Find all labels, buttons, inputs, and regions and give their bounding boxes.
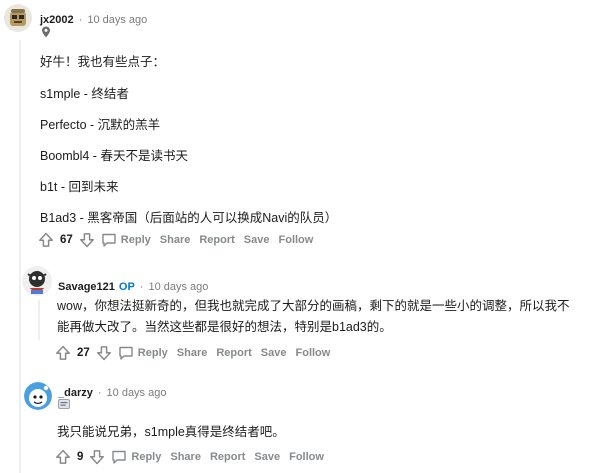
report-button[interactable]: Report [216,347,251,359]
share-button[interactable]: Share [177,347,208,359]
reply-label: Reply [137,347,168,359]
report-label: Report [216,347,252,359]
vote-score: 67 [60,234,73,246]
comment-actions: 9 Reply Share Report Save Follow [55,447,324,467]
save-button[interactable]: Save [254,451,280,463]
follow-button[interactable]: Follow [296,347,331,359]
timestamp[interactable]: 10 days ago [148,281,208,293]
username[interactable]: Savage121 [58,281,115,293]
comment-text: 我只能说兄弟，s1mple真得是终结者吧。 [57,425,285,439]
comment-text-line: 好牛！我也有些点子： [40,55,166,69]
comment-text-line: B1ad3 - 黑客帝国（后面站的人可以换成Navi的队员） [40,211,338,225]
comment-text: wow，你想法挺新奇的，但我也就完成了大部分的画稿，剩下的就是一些小的调整，所以… [57,299,570,334]
vote-controls: 67 [38,232,95,248]
user-flair-icon [58,399,70,409]
reply-button[interactable]: Reply [118,345,168,361]
comment-actions: 67 Reply Share Report Save Follow [38,230,313,250]
avatar[interactable] [4,4,32,32]
comment-header: _darzy · 10 days ago [58,383,166,401]
comment-bubble-icon [112,450,127,464]
upvote-icon[interactable] [55,345,71,361]
report-label: Report [199,234,235,246]
share-label: Share [159,234,191,246]
downvote-icon[interactable] [89,449,105,465]
separator-dot: · [78,14,83,26]
avatar-image [4,4,32,32]
comment-text-line: s1mple - 终结者 [40,87,129,101]
comment-actions: 27 Reply Share Report Save Follow [55,343,330,363]
share-label: Share [176,347,208,359]
follow-button[interactable]: Follow [279,234,314,246]
share-button[interactable]: Share [160,234,191,246]
comment-bubble-icon [119,346,133,360]
downvote-icon[interactable] [79,232,95,248]
op-badge: OP [118,281,135,293]
upvote-icon[interactable] [38,232,54,248]
reply-button[interactable]: Reply [111,449,161,465]
avatar[interactable] [22,266,52,296]
comment-text-line: Perfecto - 沉默的羔羊 [40,118,161,132]
save-label: Save [243,234,270,246]
report-button[interactable]: Report [199,234,234,246]
avatar-image [22,266,52,296]
location-pin-icon [42,26,50,38]
upvote-icon[interactable] [55,449,71,465]
comment-text-line: b1t - 回到未来 [40,180,119,194]
follow-label: Follow [289,451,324,463]
share-button[interactable]: Share [170,451,201,463]
report-label: Report [209,451,246,463]
comment-text-line: Boombl4 - 春天不是读书天 [40,149,188,163]
follow-label: Follow [278,234,314,246]
timestamp[interactable]: 10 days ago [87,14,147,26]
avatar-image [24,382,52,410]
vote-score: 9 [77,451,84,463]
thread-line[interactable] [19,40,21,473]
save-label: Save [254,451,281,463]
separator-dot: · [139,281,144,293]
comment-bubble-icon [102,233,116,247]
save-button[interactable]: Save [261,347,287,359]
comment-header: jx2002 · 10 days ago [40,10,147,28]
reply-button[interactable]: Reply [101,232,151,248]
downvote-icon[interactable] [96,345,112,361]
share-label: Share [170,451,201,463]
thread-line[interactable] [38,300,40,340]
report-button[interactable]: Report [210,451,245,463]
follow-label: Follow [295,347,331,359]
avatar[interactable] [24,382,52,410]
username[interactable]: jx2002 [40,14,74,26]
vote-controls: 9 [55,449,105,465]
username[interactable]: _darzy [58,387,93,399]
vote-controls: 27 [55,345,112,361]
timestamp[interactable]: 10 days ago [107,387,167,399]
save-button[interactable]: Save [244,234,270,246]
reply-label: Reply [131,451,162,463]
separator-dot: · [97,387,102,399]
comment-header: Savage121 OP · 10 days ago [58,277,208,295]
reply-label: Reply [120,234,151,246]
vote-score: 27 [77,347,90,359]
follow-button[interactable]: Follow [289,451,324,463]
save-label: Save [260,347,287,359]
